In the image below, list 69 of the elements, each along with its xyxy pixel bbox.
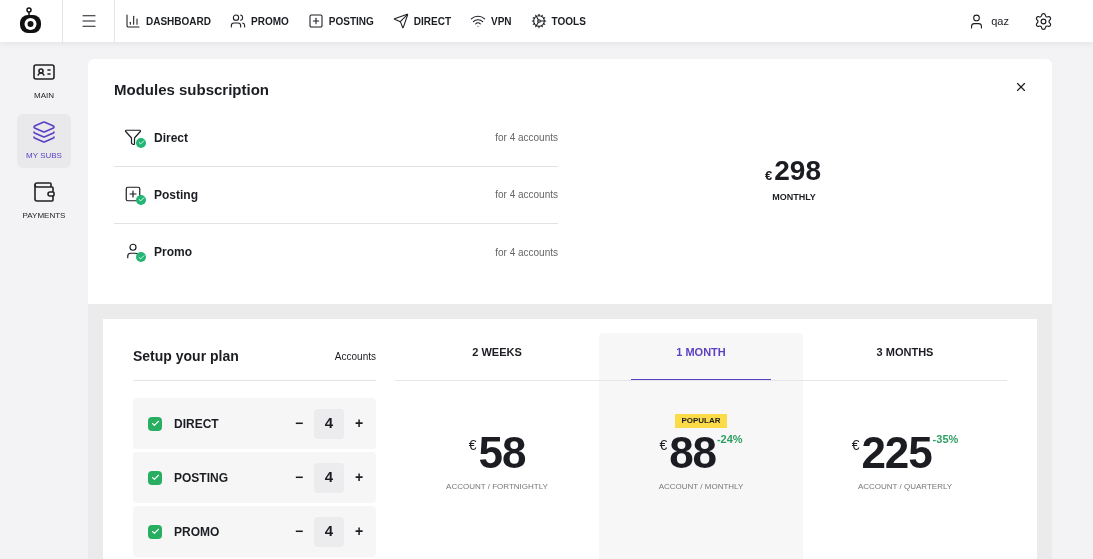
increment-button[interactable]: + xyxy=(352,521,366,542)
plan-price: 225 xyxy=(861,431,932,475)
increment-button[interactable]: + xyxy=(352,467,366,488)
price-period: ACCOUNT / FORTNIGHTLY xyxy=(446,481,548,493)
close-button[interactable] xyxy=(1014,80,1028,94)
plan-tab[interactable]: 1 MONTH xyxy=(599,333,803,381)
currency-symbol: € xyxy=(765,167,773,185)
module-name: Direct xyxy=(154,129,188,147)
checkbox[interactable] xyxy=(148,524,162,539)
wallet-icon xyxy=(32,180,56,204)
check-icon xyxy=(150,419,160,428)
module-label: DIRECT xyxy=(174,415,219,433)
settings-icon xyxy=(1034,11,1053,31)
chart-icon xyxy=(125,13,141,29)
price-period: MONTHLY xyxy=(772,190,816,204)
settings-button[interactable] xyxy=(1034,11,1053,31)
nav-link[interactable]: DIRECT xyxy=(392,13,452,29)
nav-link[interactable]: PROMO xyxy=(230,13,289,29)
nav-link[interactable]: VPN xyxy=(470,13,512,29)
currency-symbol: € xyxy=(851,436,860,455)
discount-label: -24% xyxy=(716,432,743,447)
decrement-button[interactable]: − xyxy=(292,413,306,434)
decrement-button[interactable]: − xyxy=(292,521,306,542)
user-check-icon xyxy=(124,242,146,262)
nav-link[interactable]: DASHBOARD xyxy=(125,13,211,29)
total-price: 298 xyxy=(774,157,821,185)
menu-icon xyxy=(79,12,98,30)
funnel-check-icon xyxy=(124,127,146,148)
paper-plane-icon xyxy=(392,13,409,29)
section-title: Setup your plan xyxy=(133,347,239,366)
module-note: for 4 accounts xyxy=(495,245,558,260)
plus-square-check-icon xyxy=(124,184,146,205)
sidebar-item[interactable]: MAIN xyxy=(17,54,71,108)
increment-button[interactable]: + xyxy=(352,413,366,434)
checkbox[interactable] xyxy=(148,416,162,431)
users-icon xyxy=(230,13,246,29)
currency-symbol: € xyxy=(659,436,668,455)
module-label: POSTING xyxy=(174,469,228,487)
wifi-icon xyxy=(470,13,487,29)
currency-symbol: € xyxy=(468,436,477,455)
column-label: Accounts xyxy=(334,350,376,364)
nav-link[interactable]: TOOLS xyxy=(530,13,586,29)
discount-label: -35% xyxy=(932,432,959,447)
user-button[interactable]: qaz xyxy=(968,12,1009,30)
module-label: PROMO xyxy=(174,523,220,541)
sidebar-item[interactable]: MY SUBS xyxy=(17,114,71,168)
nav-link[interactable]: POSTING xyxy=(307,13,374,29)
module-name: Posting xyxy=(154,186,198,204)
module-note: for 4 accounts xyxy=(495,188,558,202)
count-field[interactable]: 4 xyxy=(314,516,344,547)
module-note: for 4 accounts xyxy=(495,131,558,145)
module-name: Promo xyxy=(154,244,192,261)
logo-icon xyxy=(18,7,44,35)
count-field[interactable]: 4 xyxy=(314,408,344,439)
gear-icon xyxy=(530,13,547,29)
check-icon xyxy=(150,473,160,482)
check-icon xyxy=(150,527,160,536)
checkbox[interactable] xyxy=(148,470,162,485)
plan-price: 88 xyxy=(669,431,716,475)
decrement-button[interactable]: − xyxy=(292,467,306,488)
card-title: Modules subscription xyxy=(114,80,270,100)
price-period: ACCOUNT / QUARTERLY xyxy=(857,481,953,493)
plan-price: 58 xyxy=(478,431,526,475)
popular-badge: POPULAR xyxy=(675,414,727,428)
count-field[interactable]: 4 xyxy=(314,462,344,493)
sidebar-item[interactable]: PAYMENTS xyxy=(17,174,71,228)
plan-tab[interactable]: 3 MONTHS xyxy=(803,333,1007,381)
plus-square-icon xyxy=(307,13,324,29)
price-period: ACCOUNT / MONTHLY xyxy=(658,481,744,493)
